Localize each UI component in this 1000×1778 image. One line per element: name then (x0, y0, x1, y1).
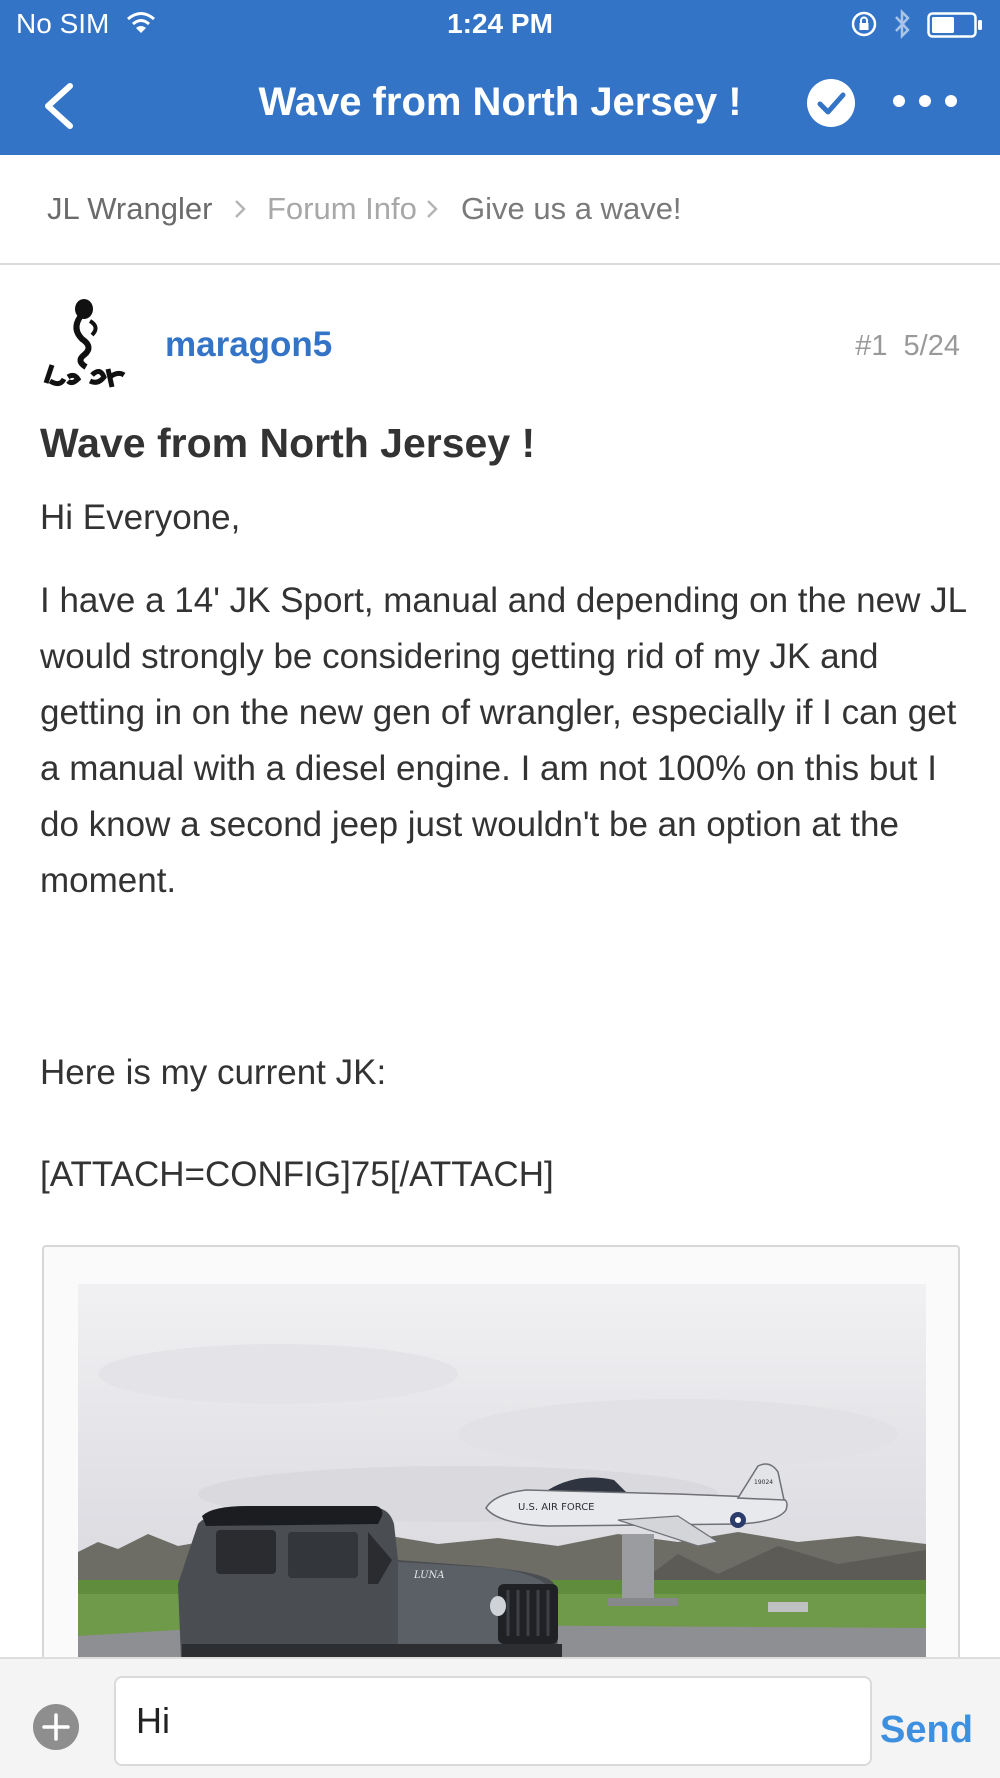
bluetooth-icon (895, 8, 910, 40)
chevron-right-icon (235, 200, 246, 218)
post-title: Wave from North Jersey ! (40, 420, 536, 466)
more-dots-icon[interactable] (890, 86, 960, 116)
battery-icon (927, 12, 982, 38)
breadcrumb-item-jl-wrangler[interactable]: JL Wrangler (47, 191, 212, 227)
page-title: Wave from North Jersey ! (258, 80, 742, 124)
post-number: #1 (855, 330, 888, 362)
attachment-card[interactable]: U.S. AIR FORCE 19024 LUNA (42, 1245, 960, 1665)
reply-composer: Send (0, 1657, 1000, 1778)
breadcrumb-item-give-us-a-wave[interactable]: Give us a wave! (461, 191, 682, 227)
post-date: 5/24 (903, 330, 960, 362)
nav-bar: Wave from North Jersey ! (0, 60, 1000, 150)
post-body: I have a 14' JK Sport, manual and depend… (40, 581, 966, 900)
jeep-photo: U.S. AIR FORCE 19024 LUNA (78, 1284, 926, 1663)
status-bar: No SIM 1:24 PM (0, 0, 1000, 50)
post-greeting: Hi Everyone, (40, 498, 241, 537)
check-circle-icon[interactable] (806, 78, 856, 128)
plane-text: U.S. AIR FORCE (518, 1502, 595, 1513)
breadcrumb-item-forum-info[interactable]: Forum Info (267, 191, 417, 227)
plus-circle-icon[interactable] (32, 1703, 80, 1751)
plane-tail-number: 19024 (754, 1479, 773, 1486)
post-meta: #1 5/24 (855, 330, 960, 363)
send-button[interactable]: Send (880, 1709, 973, 1752)
chevron-right-icon (427, 200, 438, 218)
breadcrumb: JL Wrangler Forum Info Give us a wave! (0, 155, 1000, 265)
post-author[interactable]: maragon5 (165, 325, 332, 365)
top-bar: No SIM 1:24 PM Wave from North Jersey ! (0, 0, 1000, 155)
attachment-photo[interactable]: U.S. AIR FORCE 19024 LUNA (78, 1284, 926, 1663)
post-attachment-code: [ATTACH=CONFIG]75[/ATTACH] (40, 1155, 554, 1194)
jeep-avatar-icon[interactable] (40, 295, 132, 390)
orientation-lock-icon (851, 11, 877, 37)
reply-input[interactable] (114, 1676, 872, 1766)
back-chevron-icon[interactable] (36, 78, 86, 134)
jeep-decal-text: LUNA (413, 1570, 445, 1581)
post-caption: Here is my current JK: (40, 1053, 387, 1092)
